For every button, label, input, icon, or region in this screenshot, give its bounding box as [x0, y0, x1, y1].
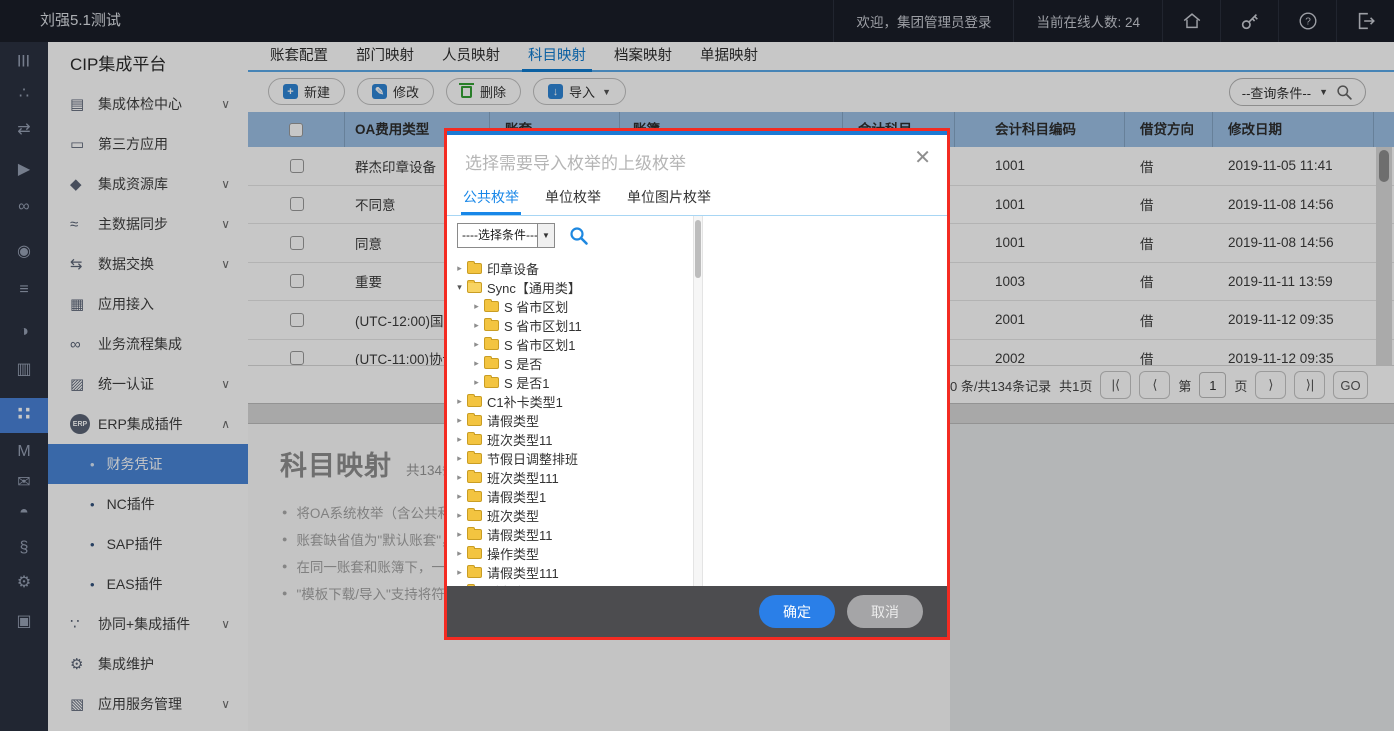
collapse-arrow-icon[interactable]: ▸ — [470, 320, 483, 331]
dialog-tab-单位图片枚举[interactable]: 单位图片枚举 — [627, 187, 711, 215]
tree-item-label: 班次类型11 — [487, 430, 553, 449]
tree-item[interactable]: ▸ S 是否1 — [449, 373, 691, 392]
tree-item[interactable]: ▸ S 省市区划11 — [449, 316, 691, 335]
tree-item-label: Sync【通用类】 — [487, 278, 581, 297]
tree-item[interactable]: ▸ 请假类型1 — [449, 487, 691, 506]
tree-search-icon[interactable] — [569, 226, 589, 246]
dialog-tab-公共枚举[interactable]: 公共枚举 — [463, 187, 519, 215]
tree-item[interactable]: ▸ 班次类型 — [449, 506, 691, 525]
import-enum-dialog: 选择需要导入枚举的上级枚举 ✕ 公共枚举单位枚举单位图片枚举 ----选择条件-… — [444, 128, 950, 640]
folder-icon — [467, 434, 482, 445]
collapse-arrow-icon[interactable]: ▸ — [470, 301, 483, 312]
folder-icon — [467, 263, 482, 274]
collapse-arrow-icon[interactable]: ▸ — [453, 434, 466, 445]
collapse-arrow-icon[interactable]: ▸ — [453, 263, 466, 274]
tree-item-label: 请假类型11 — [487, 525, 553, 544]
collapse-arrow-icon[interactable]: ▸ — [470, 339, 483, 350]
enum-tree: ▸印章设备▾Sync【通用类】▸S 省市区划▸S 省市区划11▸S 省市区划1▸… — [449, 259, 691, 586]
folder-icon — [484, 377, 499, 388]
filter-select-label: ----选择条件---- — [458, 224, 537, 247]
dialog-title: 选择需要导入枚举的上级枚举 — [465, 149, 686, 174]
tree-item[interactable]: ▾ Sync【通用类】 — [449, 278, 691, 297]
folder-icon — [467, 548, 482, 559]
collapse-arrow-icon[interactable]: ▸ — [453, 548, 466, 559]
folder-icon — [484, 320, 499, 331]
collapse-arrow-icon[interactable]: ▸ — [453, 453, 466, 464]
folder-icon — [467, 510, 482, 521]
tree-item-label: S 是否1 — [504, 373, 550, 392]
tree-item-label: 请假类型111 — [487, 563, 559, 582]
tree-item[interactable]: ▸ 请假类型 — [449, 411, 691, 430]
tree-item[interactable]: ▸ 节假日调整排班 — [449, 449, 691, 468]
tree-item[interactable]: ▸ 班次类型111 — [449, 468, 691, 487]
folder-icon — [467, 396, 482, 407]
tree-item[interactable]: ▸ 请假类型11 — [449, 525, 691, 544]
tree-scrollbar-thumb[interactable] — [695, 220, 701, 278]
folder-icon — [467, 491, 482, 502]
tree-item-label: 请假类型1 — [487, 487, 546, 506]
tree-item-label: S 省市区划1 — [504, 335, 576, 354]
collapse-arrow-icon[interactable]: ▸ — [453, 472, 466, 483]
collapse-arrow-icon[interactable]: ▸ — [453, 491, 466, 502]
collapse-arrow-icon[interactable]: ▸ — [470, 377, 483, 388]
tree-item-label: S 是否 — [504, 354, 542, 373]
tree-item-label: 班次类型 — [487, 506, 539, 525]
tree-item-label: 班次类型111 — [487, 468, 559, 487]
folder-icon — [484, 301, 499, 312]
folder-icon — [484, 358, 499, 369]
tree-item-label: 印章设备 — [487, 259, 539, 278]
chevron-down-icon: ▼ — [537, 224, 554, 247]
collapse-arrow-icon[interactable]: ▸ — [470, 358, 483, 369]
collapse-arrow-icon[interactable]: ▸ — [453, 396, 466, 407]
tree-item[interactable]: ▸ 班次类型11 — [449, 430, 691, 449]
folder-icon — [467, 529, 482, 540]
filter-select[interactable]: ----选择条件---- ▼ — [457, 223, 555, 248]
tree-item-label: C1补卡类型1 — [487, 392, 563, 411]
collapse-arrow-icon[interactable]: ▸ — [453, 529, 466, 540]
expand-arrow-icon[interactable]: ▾ — [453, 282, 466, 293]
folder-icon — [467, 415, 482, 426]
tree-item-label: S 省市区划11 — [504, 316, 582, 335]
dialog-footer: 确定 取消 — [447, 586, 947, 637]
folder-icon — [467, 282, 482, 293]
tree-item-label: 节假日调整排班 — [487, 449, 578, 468]
folder-icon — [467, 453, 482, 464]
tree-item[interactable]: ▸ 操作类型 — [449, 544, 691, 563]
tree-item[interactable]: ▸ 印章设备 — [449, 259, 691, 278]
ok-button[interactable]: 确定 — [759, 595, 835, 628]
tree-item[interactable]: ▸ C1补卡类型1 — [449, 392, 691, 411]
close-icon[interactable]: ✕ — [914, 145, 931, 170]
tree-item-label: 操作类型 — [487, 544, 539, 563]
tree-item[interactable]: ▸ S 省市区划1 — [449, 335, 691, 354]
tree-item[interactable]: ▸ S 省市区划 — [449, 297, 691, 316]
dialog-tab-单位枚举[interactable]: 单位枚举 — [545, 187, 601, 215]
tree-scrollbar[interactable] — [693, 216, 703, 586]
tree-item-label: 请假类型 — [487, 411, 539, 430]
folder-icon — [484, 339, 499, 350]
collapse-arrow-icon[interactable]: ▸ — [453, 567, 466, 578]
collapse-arrow-icon[interactable]: ▸ — [453, 415, 466, 426]
app-root: 刘强5.1测试 欢迎，集团管理员登录 当前在线人数: 24 ? |||∴⇄▶∞◉… — [0, 0, 1394, 731]
tree-item-label: S 省市区划 — [504, 297, 568, 316]
dialog-top-accent — [447, 131, 947, 135]
collapse-arrow-icon[interactable]: ▸ — [453, 510, 466, 521]
tree-item[interactable]: ▸ S 是否 — [449, 354, 691, 373]
folder-icon — [467, 472, 482, 483]
tree-item[interactable]: ▸ 请假类型111 — [449, 563, 691, 582]
cancel-button[interactable]: 取消 — [847, 595, 923, 628]
folder-icon — [467, 567, 482, 578]
dialog-right-panel — [705, 216, 947, 586]
